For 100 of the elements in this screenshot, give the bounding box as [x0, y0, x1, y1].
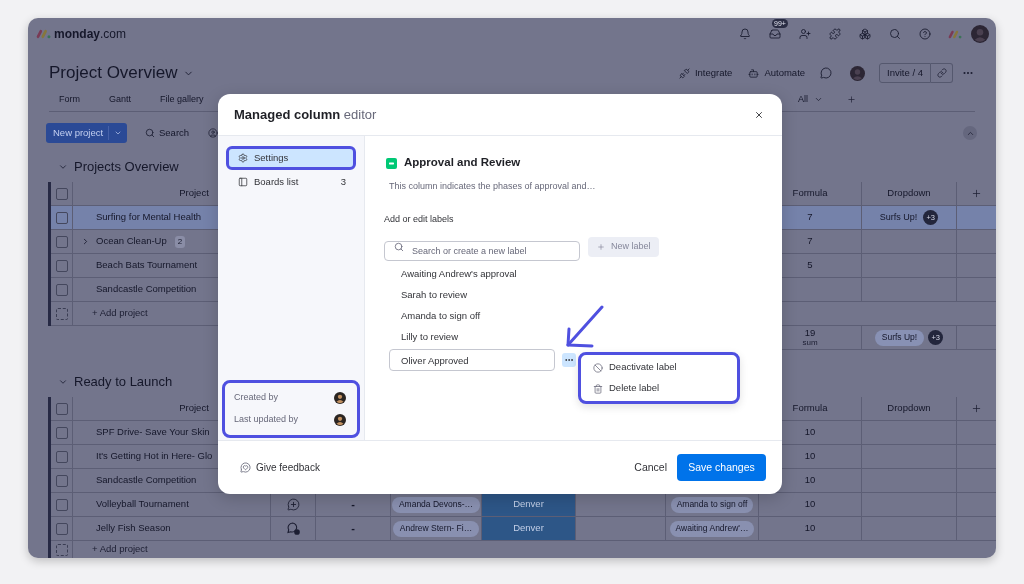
checkbox[interactable] [55, 522, 68, 535]
close-icon [754, 109, 764, 120]
label-name[interactable]: Lilly to review [401, 330, 459, 345]
chat-icon[interactable] [820, 67, 833, 79]
annotation-arrow [565, 305, 605, 349]
collapse-group-icon[interactable] [58, 162, 68, 172]
label-name[interactable]: Amanda to sign off [401, 309, 481, 324]
status-tag: Awaiting Andrew'… [669, 520, 755, 537]
label-name[interactable]: Sarah to review [401, 288, 467, 303]
formula-value: 10 [804, 521, 816, 536]
view-tab[interactable]: File gallery [160, 92, 204, 107]
checkbox[interactable] [55, 187, 68, 200]
group-title: Ready to Launch [74, 373, 173, 392]
table-row[interactable]: Jelly Fish Season - Andrew Stern- Fi… Denver Awaiting Andrew'… 10 [51, 517, 996, 541]
item-name: SPF Drive- Save Your Skin [96, 425, 210, 440]
formula-value: 10 [804, 473, 816, 488]
checkbox[interactable] [55, 450, 68, 463]
avatar-icon[interactable] [971, 25, 989, 43]
plus-icon [597, 243, 605, 251]
logo-icon[interactable] [36, 29, 51, 39]
view-tab[interactable]: Gantt [109, 92, 131, 107]
column-header: Dropdown [887, 401, 931, 416]
comment-badge-icon[interactable] [286, 522, 300, 535]
item-name: Beach Bats Tournament [96, 258, 198, 273]
search-icon[interactable] [889, 28, 901, 40]
plug-icon [678, 67, 690, 79]
add-item-link[interactable]: + Add project [92, 542, 148, 557]
item-name: Ocean Clean-Up [96, 234, 167, 249]
board-action-button[interactable]: Integrate [678, 65, 733, 81]
formula-value: 10 [804, 425, 816, 440]
column-header: Project [179, 186, 209, 201]
plus-icon[interactable] [971, 403, 982, 414]
item-chip: Amanda Devons-… [391, 496, 481, 513]
location-cell: Denver [482, 493, 576, 516]
column-header: Project [179, 401, 209, 416]
search-button[interactable]: Search [145, 125, 190, 141]
panel-icon [238, 177, 248, 187]
section-label: Add or edit labels [384, 213, 454, 225]
more-button[interactable] [562, 353, 576, 367]
avatar-icon[interactable] [850, 65, 866, 81]
add-view-icon[interactable] [847, 95, 856, 104]
boxes-icon[interactable] [859, 28, 871, 40]
checkbox[interactable] [55, 283, 68, 296]
sum-caption: sum [802, 338, 818, 347]
caret-icon [814, 95, 823, 104]
inbox-icon[interactable] [769, 28, 781, 40]
invite-button[interactable]: Invite / 4 [879, 63, 931, 83]
add-user-icon[interactable] [799, 28, 811, 40]
save-button[interactable]: Save changes [677, 454, 766, 481]
column-description: This column indicates the phases of approval and… [389, 180, 596, 192]
checkbox[interactable] [55, 259, 68, 272]
item-count: 3 [340, 174, 346, 189]
search-field[interactable]: Search or create a new label [384, 241, 580, 261]
checkbox[interactable] [55, 426, 68, 439]
label-input[interactable]: Oliver Approved [389, 349, 555, 371]
logo-icon[interactable] [948, 29, 962, 39]
add-item-link[interactable]: + Add project [92, 306, 148, 321]
sidebar-item[interactable]: Settings [226, 146, 356, 170]
feedback-button[interactable]: Give feedback [240, 460, 320, 475]
collapse-group-icon[interactable] [58, 377, 68, 387]
column-header: Dropdown [887, 186, 931, 201]
item-name: Sandcastle Competition [96, 282, 197, 297]
formula-sum: 19 [804, 328, 816, 338]
formula-value: 10 [804, 497, 816, 512]
avatar-icon [334, 392, 346, 404]
search-icon [394, 242, 404, 252]
checkbox[interactable] [55, 211, 68, 224]
add-comment-icon[interactable] [286, 498, 300, 511]
close-button[interactable] [754, 109, 764, 120]
item-name: Surfing for Mental Health [96, 210, 202, 225]
settings-icon [238, 153, 248, 163]
menu-item[interactable]: Deactivate label [581, 357, 737, 378]
item-name: Volleyball Tournament [96, 497, 189, 512]
trash-icon [593, 383, 603, 394]
plus-icon[interactable] [971, 188, 982, 199]
link-icon [936, 68, 947, 78]
person-icon[interactable] [208, 128, 219, 138]
view-tab[interactable]: Form [59, 92, 80, 107]
bell-icon[interactable] [739, 28, 751, 40]
caret-icon [114, 129, 122, 137]
checkbox[interactable] [55, 498, 68, 511]
checkbox[interactable] [55, 474, 68, 487]
collapse-button[interactable] [963, 126, 977, 140]
menu-item[interactable]: Delete label [581, 378, 737, 399]
board-action-button[interactable]: Automate [748, 65, 806, 81]
checkbox[interactable] [55, 235, 68, 248]
checkbox[interactable] [55, 402, 68, 415]
help-icon[interactable] [919, 28, 931, 40]
view-filter-dropdown[interactable]: All [798, 92, 823, 107]
item-chip: Andrew Stern- Fi… [392, 520, 480, 537]
location-cell: Denver [482, 517, 576, 540]
new-project-button[interactable]: New project [46, 123, 127, 143]
puzzle-icon[interactable] [829, 28, 841, 40]
copy-link-button[interactable] [931, 63, 953, 83]
cancel-button[interactable]: Cancel [634, 459, 667, 476]
sidebar-item[interactable]: Boards list 3 [226, 170, 356, 194]
app-logo-text: monday.com [54, 26, 127, 43]
search-icon [145, 128, 155, 138]
dropdown-chip: Surfs Up! [874, 329, 925, 346]
label-name[interactable]: Awaiting Andrew's approval [401, 267, 517, 282]
